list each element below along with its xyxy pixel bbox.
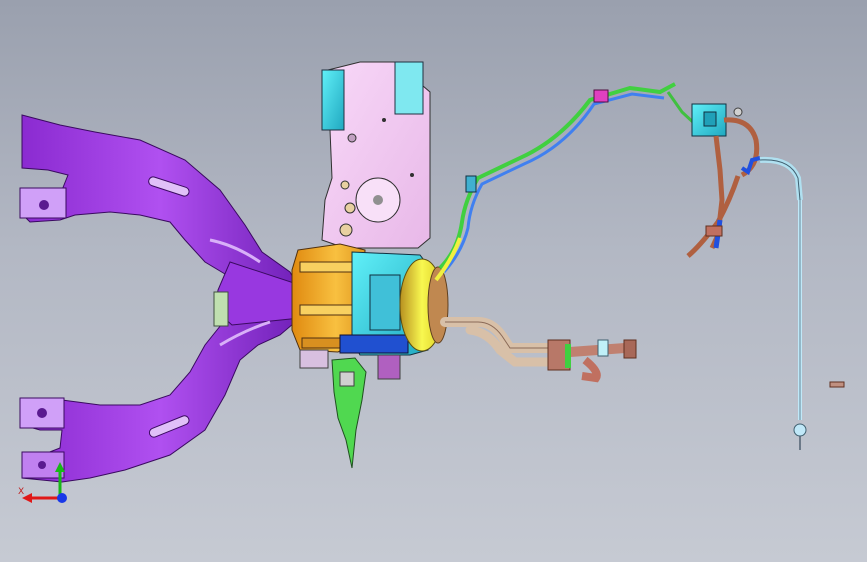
x-axis-label: X: [18, 487, 24, 497]
rod-assembly[interactable]: [759, 156, 845, 450]
mount-hole: [37, 408, 47, 418]
exhaust-pipes[interactable]: [440, 317, 637, 383]
pulley-center: [373, 195, 383, 205]
housing-left-cyan: [321, 69, 345, 131]
hose-harness[interactable]: [434, 82, 697, 282]
loose-part: [829, 381, 845, 388]
cad-assembly-model[interactable]: X: [0, 0, 867, 562]
mount-hole: [39, 200, 49, 210]
housing-right-cyan: [394, 61, 424, 115]
cad-viewport[interactable]: X: [0, 0, 867, 562]
mount-hole: [38, 461, 46, 469]
crossmember-frame[interactable]: [19, 114, 309, 483]
engine-block[interactable]: [321, 61, 431, 249]
valve-cluster[interactable]: [686, 103, 761, 258]
